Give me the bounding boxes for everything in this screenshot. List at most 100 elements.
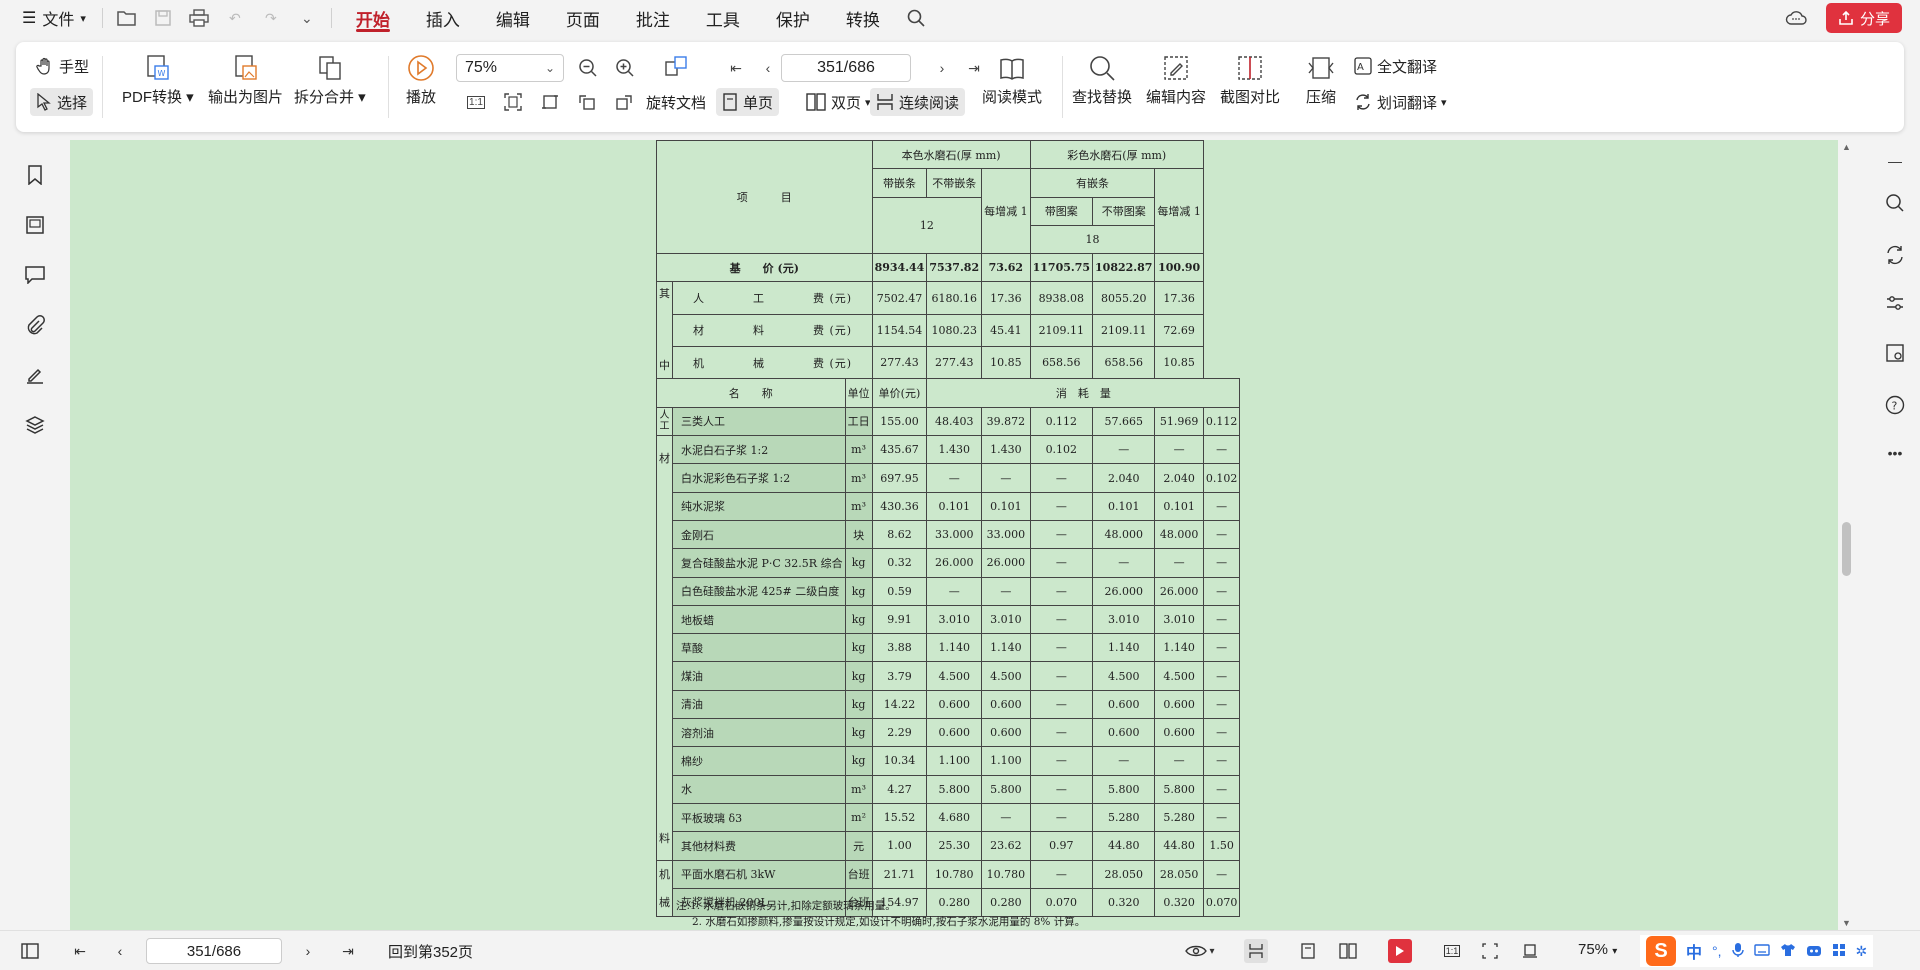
- hand-tool-button[interactable]: 手型: [30, 52, 95, 80]
- sogou-logo-icon[interactable]: S: [1646, 936, 1676, 966]
- first-page-icon[interactable]: ⇤: [722, 54, 750, 82]
- continuous-view-icon[interactable]: [1244, 939, 1268, 963]
- bookmark-icon[interactable]: [22, 162, 48, 188]
- tab-label: 工具: [705, 10, 740, 30]
- export-image-button[interactable]: 输出为图片: [208, 46, 283, 107]
- open-folder-icon[interactable]: [109, 0, 145, 36]
- single-page-button[interactable]: 单页: [716, 88, 780, 116]
- back-to-page-link[interactable]: 回到第352页: [388, 941, 473, 962]
- prev-page-icon[interactable]: ‹: [108, 939, 132, 963]
- scroll-down-icon[interactable]: ▼: [1842, 918, 1851, 928]
- save-icon[interactable]: [145, 0, 181, 36]
- keyboard-icon[interactable]: [1753, 943, 1770, 959]
- comment-icon[interactable]: [22, 262, 48, 288]
- status-zoom-select[interactable]: 75% ▾: [1578, 941, 1617, 958]
- undo-icon[interactable]: ↶: [217, 0, 253, 36]
- zoom-in-icon[interactable]: [611, 54, 639, 82]
- tab-insert[interactable]: 插入: [408, 0, 478, 36]
- scroll-up-icon[interactable]: ▲: [1842, 142, 1851, 152]
- fit-page-icon[interactable]: [1478, 939, 1502, 963]
- share-button[interactable]: 分享: [1825, 3, 1902, 33]
- word-translate-button[interactable]: 划词翻译 ▾: [1348, 88, 1453, 116]
- pinwheel-icon[interactable]: ✲: [1856, 943, 1868, 960]
- ribbon-toolbar: 手型 选择 W PDF转换 ▾ 输出为图片 拆分合并 ▾ 播放 75% ⌄ ⇤ …: [16, 42, 1904, 132]
- layers-icon[interactable]: [22, 412, 48, 438]
- thumbnail-icon[interactable]: [22, 212, 48, 238]
- print-icon[interactable]: [181, 0, 217, 36]
- microphone-icon[interactable]: [1731, 942, 1744, 961]
- ime-mode[interactable]: 中: [1686, 939, 1702, 963]
- double-page-button[interactable]: 双页 ▾: [800, 88, 877, 116]
- fit-width-icon[interactable]: [536, 88, 564, 116]
- robot-icon[interactable]: [1806, 943, 1822, 960]
- zoom-out-icon[interactable]: [574, 54, 602, 82]
- table-cell: 10.85: [1154, 346, 1204, 380]
- read-mode-button[interactable]: 阅读模式: [982, 46, 1042, 107]
- continuous-read-button[interactable]: 连续阅读: [870, 88, 966, 116]
- screenshot-compare-button[interactable]: 截图对比: [1220, 46, 1280, 107]
- edit-content-button[interactable]: 编辑内容: [1146, 46, 1206, 107]
- first-page-icon[interactable]: ⇤: [68, 939, 92, 963]
- document-viewport[interactable]: 项 目 本色水磨石(厚 mm) 彩色水磨石(厚 mm) 带嵌条 不带嵌条 每增减…: [70, 140, 1838, 930]
- status-page-input[interactable]: 351/686: [146, 938, 282, 964]
- last-page-icon[interactable]: ⇥: [336, 939, 360, 963]
- table-cell: —: [1029, 633, 1094, 663]
- find-replace-button[interactable]: 查找替换: [1072, 46, 1132, 107]
- search-icon[interactable]: [1882, 190, 1908, 216]
- file-menu[interactable]: ☰ 文件 ▾: [0, 0, 96, 36]
- play-button[interactable]: 播放: [406, 46, 436, 107]
- fit-width-icon[interactable]: [1518, 939, 1542, 963]
- page-number-input[interactable]: 351/686: [781, 54, 911, 82]
- prev-page-icon[interactable]: ‹: [754, 54, 782, 82]
- actual-size-icon[interactable]: 1:1: [1440, 939, 1464, 963]
- zoom-select[interactable]: 75% ⌄: [456, 54, 564, 82]
- page-adjust-icon[interactable]: [662, 52, 690, 80]
- sidebar-toggle-icon[interactable]: [18, 939, 42, 963]
- cloud-icon[interactable]: [1778, 0, 1814, 36]
- hand-icon: [36, 57, 54, 75]
- translate-side-icon[interactable]: [1882, 242, 1908, 268]
- redo-icon[interactable]: ↷: [253, 0, 289, 36]
- rotate-right-icon[interactable]: [610, 88, 638, 116]
- tab-convert[interactable]: 转换: [828, 0, 898, 36]
- read-map-icon[interactable]: [1882, 340, 1908, 366]
- more-icon[interactable]: •••: [1882, 440, 1908, 466]
- tab-tools[interactable]: 工具: [688, 0, 758, 36]
- help-icon[interactable]: ?: [1882, 392, 1908, 418]
- tab-edit[interactable]: 编辑: [478, 0, 548, 36]
- select-tool-button[interactable]: 选择: [30, 88, 94, 116]
- double-page-icon[interactable]: [1336, 939, 1360, 963]
- split-merge-button[interactable]: 拆分合并 ▾: [294, 46, 366, 107]
- punctuation-icon[interactable]: °,: [1712, 943, 1722, 959]
- tab-page[interactable]: 页面: [548, 0, 618, 36]
- search-icon[interactable]: [898, 0, 934, 36]
- signature-icon[interactable]: [22, 362, 48, 388]
- minimize-panel-icon[interactable]: —: [1882, 148, 1908, 174]
- tab-label: 编辑: [495, 10, 530, 30]
- single-page-icon[interactable]: [1296, 939, 1320, 963]
- next-page-icon[interactable]: ›: [296, 939, 320, 963]
- grid-tools-icon[interactable]: [1832, 943, 1846, 960]
- actual-size-icon[interactable]: 1:1: [462, 88, 490, 116]
- vertical-scrollbar[interactable]: ▲ ▼: [1838, 140, 1856, 930]
- next-page-icon[interactable]: ›: [928, 54, 956, 82]
- tab-start[interactable]: 开始: [338, 0, 408, 36]
- rotate-left-icon[interactable]: [573, 88, 601, 116]
- breakdown-label: 材 料 费 (元): [672, 313, 873, 348]
- rotate-document-button[interactable]: 旋转文档: [640, 88, 712, 116]
- play-icon[interactable]: [1388, 939, 1412, 963]
- eye-protect-icon[interactable]: ▾: [1180, 939, 1220, 963]
- compress-button[interactable]: 压缩: [1306, 46, 1336, 107]
- pdf-convert-button[interactable]: W PDF转换 ▾: [122, 46, 194, 107]
- skin-shirt-icon[interactable]: [1780, 943, 1796, 960]
- settings-sliders-icon[interactable]: [1882, 290, 1908, 316]
- full-translate-button[interactable]: A 全文翻译: [1348, 52, 1443, 80]
- tab-annotate[interactable]: 批注: [618, 0, 688, 36]
- tab-protect[interactable]: 保护: [758, 0, 828, 36]
- tab-label: 保护: [775, 10, 810, 30]
- scrollbar-thumb[interactable]: [1842, 522, 1851, 576]
- fit-page-icon[interactable]: [499, 88, 527, 116]
- table-cell: kg: [844, 576, 873, 606]
- attachment-icon[interactable]: [22, 312, 48, 338]
- more-chevron-icon[interactable]: ⌄: [289, 0, 325, 36]
